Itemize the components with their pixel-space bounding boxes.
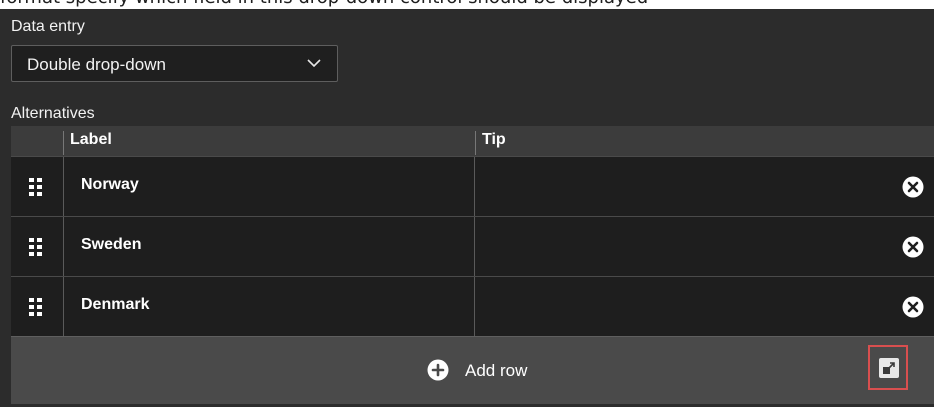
data-entry-label: Data entry — [11, 18, 85, 35]
expand-icon — [879, 358, 899, 378]
table-row: Sweden — [11, 216, 934, 276]
drag-handle-icon[interactable] — [29, 178, 43, 196]
remove-circle-x-icon[interactable] — [902, 176, 924, 198]
row-tip-cell[interactable] — [475, 277, 934, 336]
alternatives-label: Alternatives — [11, 105, 95, 122]
alternatives-table: Label Tip Norway Sweden Denmark — [11, 126, 934, 336]
table-row: Norway — [11, 156, 934, 216]
table-header: Label Tip — [11, 126, 934, 156]
column-header-label: Label — [63, 131, 475, 155]
column-header-tip: Tip — [475, 131, 934, 155]
clipped-heading-text: format specify which field in this drop-… — [0, 0, 648, 8]
drag-handle-icon[interactable] — [29, 298, 43, 316]
row-tip-cell[interactable] — [475, 217, 934, 276]
table-footer: Add row — [11, 336, 934, 404]
table-row: Denmark — [11, 276, 934, 336]
row-label-cell[interactable]: Sweden — [63, 217, 475, 276]
properties-panel: Data entry Double drop-down Alternatives… — [0, 9, 934, 407]
row-label-cell[interactable]: Norway — [63, 157, 475, 216]
top-clipped-text-strip: format specify which field in this drop-… — [0, 0, 934, 9]
chevron-down-icon — [307, 59, 321, 67]
plus-circle-icon — [427, 359, 449, 381]
row-label-cell[interactable]: Denmark — [63, 277, 475, 336]
remove-circle-x-icon[interactable] — [902, 236, 924, 258]
data-entry-selected-value: Double drop-down — [27, 55, 166, 74]
add-row-label: Add row — [465, 361, 528, 380]
remove-circle-x-icon[interactable] — [902, 296, 924, 318]
data-entry-dropdown[interactable]: Double drop-down — [11, 45, 338, 82]
row-tip-cell[interactable] — [475, 157, 934, 216]
drag-handle-icon[interactable] — [29, 238, 43, 256]
expand-editor-button[interactable] — [868, 345, 908, 390]
